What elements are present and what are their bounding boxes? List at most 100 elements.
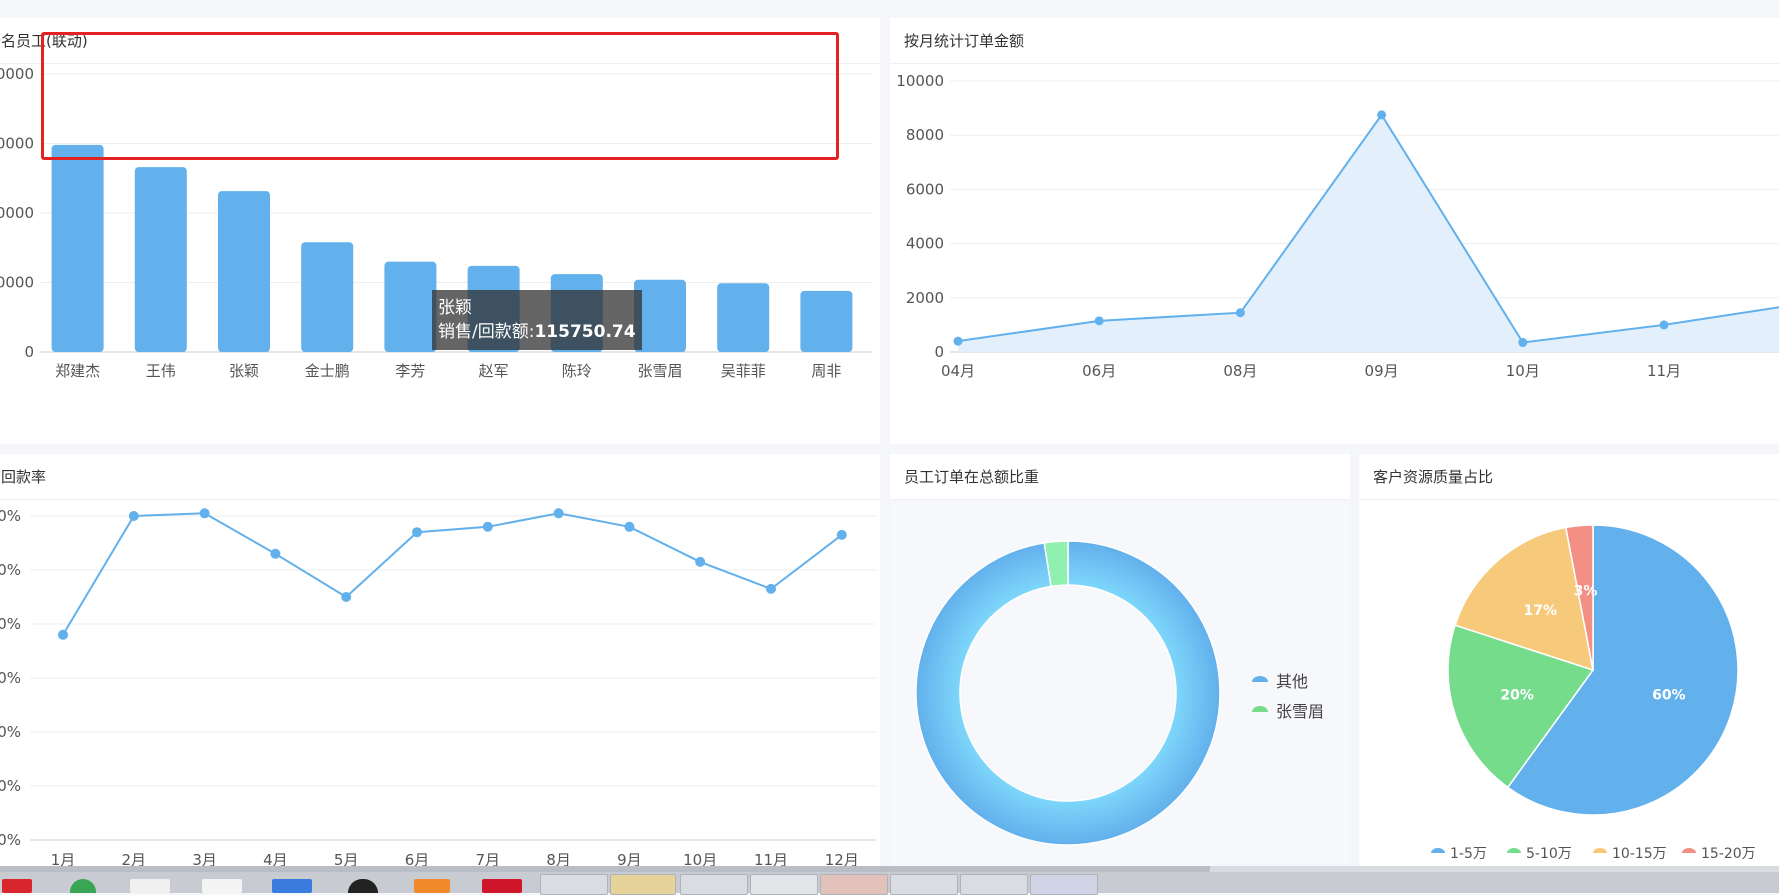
x-tick-label: 张颖 [229,362,259,380]
y-tick-label: 0000 [0,65,34,83]
legend-swatch [1593,848,1607,853]
legend-label: 10-15万 [1612,846,1667,862]
donut-chart: 其他张雪眉 [915,540,1324,846]
data-point [766,583,776,594]
slice-label: 20% [1500,688,1534,704]
taskbar-window[interactable] [820,874,888,895]
data-point [1094,316,1104,326]
bar [134,167,187,352]
x-tick-label: 10月 [1506,362,1540,380]
taskbar [0,872,1779,895]
slice-label: 3% [1574,584,1598,600]
rate-chart: 0%0%0%0%0%0%0%1月 2月 3月 4月 5月 6月 7月 8月 9月 10月 11月 12… [0,507,876,868]
donut-chart-panel: 员工订单在总额比重 其他 张雪眉 [890,454,1350,868]
y-tick-label: 6000 [906,180,944,198]
taskbar-app-icon[interactable] [70,879,96,893]
legend-label: 5-10万 [1526,846,1572,862]
pie-chart: 60% 20% 17% 3% 1-5万 5-10万 10-15万 15-20万 [1431,524,1756,862]
area-chart-panel: 按月统计订单金额 0 2000 4000 6000 8000 10000 04月 06月 08月… [890,18,1779,444]
taskbar-window[interactable] [680,874,748,895]
taskbar-window[interactable] [750,874,818,895]
tooltip-value-row: 销售/回款额:115750.74 [438,320,636,344]
taskbar-app-icon[interactable] [272,879,312,893]
y-tick-label: 0% [0,723,21,741]
taskbar-app-icon[interactable] [2,879,32,893]
data-point [412,527,422,538]
x-tick-label: 吴菲菲 [721,362,766,380]
data-point [953,336,963,346]
bar [717,283,770,352]
tooltip-value: 115750.74 [534,322,636,342]
data-point [482,521,493,532]
bar [218,191,270,352]
x-tick-label: 11月 [1647,362,1681,380]
y-tick-label: 10000 [896,72,944,90]
x-tick-label: 04月 [941,362,975,380]
highlight-box [41,32,839,160]
data-point [1377,110,1387,120]
bar [384,261,437,352]
y-tick-label: 0000 [0,204,34,222]
data-point [341,592,352,602]
data-point [128,511,139,521]
bar [51,144,104,352]
area-chart: 0 2000 4000 6000 8000 10000 04月 06月 08月 09月 10月 11月 [896,72,1779,380]
taskbar-window[interactable] [890,874,958,895]
taskbar-window[interactable] [1030,874,1098,895]
y-tick-label: 0000 [0,135,34,153]
x-tick-label: 09月 [1365,362,1399,380]
y-tick-label: 0000 [0,274,34,292]
legend-swatch [1252,676,1268,682]
taskbar-app-icon[interactable] [482,879,522,893]
legend-swatch [1252,706,1268,712]
taskbar-app-icon[interactable] [130,879,170,893]
area-fill [958,114,1779,352]
tooltip-label: 销售/回款额: [438,322,535,342]
y-tick-label: 0% [0,561,21,579]
y-tick-label: 2000 [906,289,944,307]
slice-label: 17% [1524,603,1558,619]
x-tick-label: 金士鹏 [305,362,350,380]
taskbar-window[interactable] [960,874,1028,895]
bar [800,290,853,352]
legend-label: 15-20万 [1701,846,1756,862]
donut-slice [915,540,1221,846]
bar-tooltip: 张颖 销售/回款额:115750.74 [432,290,642,350]
taskbar-app-icon[interactable] [348,879,378,893]
y-tick-label: 0% [0,615,21,633]
data-point [199,508,210,519]
data-point [58,629,68,640]
bar [634,279,686,352]
rate-chart-panel: 月回款率 0%0%0%0%0%0%0%1月2月3月4月5月6月7月8月9月10月… [0,454,880,868]
y-tick-label: 0 [934,343,944,361]
slice-label: 60% [1652,688,1686,704]
data-point [1235,308,1245,318]
x-tick-label: 赵军 [479,362,509,380]
data-point [624,521,635,532]
x-tick-label: 郑建杰 [55,362,100,380]
taskbar-app-icon[interactable] [202,879,242,893]
data-point [695,556,706,567]
taskbar-app-icon[interactable] [414,879,450,893]
data-point [836,529,847,540]
data-point [1659,320,1669,330]
x-tick-label: 陈玲 [562,362,592,380]
y-tick-label: 8000 [906,126,944,144]
legend-label: 张雪眉 [1276,702,1324,721]
y-tick-label: 0% [0,831,21,849]
y-tick-label: 0% [0,507,21,525]
x-tick-label: 08月 [1223,362,1257,380]
y-tick-label: 0% [0,669,21,687]
y-tick-label: 4000 [906,235,944,253]
y-tick-label: 0 [24,343,34,361]
legend-label: 1-5万 [1450,846,1487,862]
tooltip-name: 张颖 [438,298,472,318]
y-tick-label: 0% [0,777,21,795]
data-point [270,548,281,559]
x-tick-label: 王伟 [146,362,176,380]
x-tick-label: 李芳 [395,362,425,380]
taskbar-window[interactable] [540,874,608,895]
data-point [1518,338,1528,348]
data-point [553,508,564,519]
taskbar-window[interactable] [610,874,676,895]
